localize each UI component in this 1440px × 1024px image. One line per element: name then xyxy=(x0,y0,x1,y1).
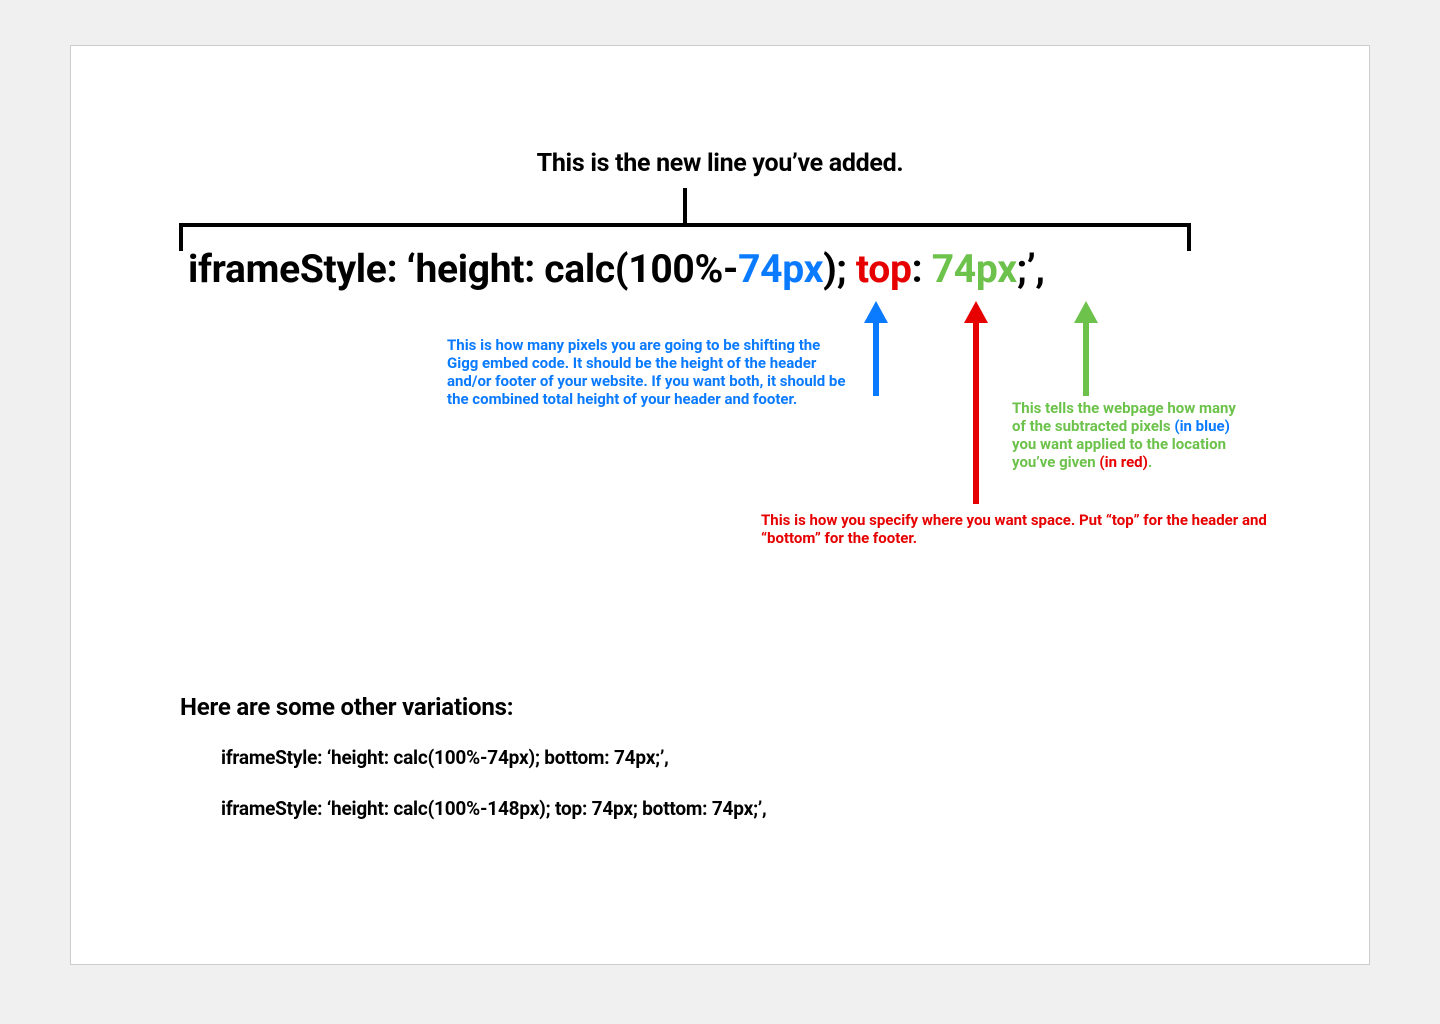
note-blue: This is how many pixels you are going to… xyxy=(447,336,847,408)
bracket-stem xyxy=(683,188,687,227)
note-green-inred: (in red) xyxy=(1099,453,1148,471)
bracket-left-tick xyxy=(179,223,183,251)
code-seg-3: : xyxy=(912,246,932,292)
arrow-green-icon xyxy=(1074,301,1098,396)
note-green: This tells the webpage how many of the s… xyxy=(1012,399,1252,471)
code-seg-4: ;’, xyxy=(1017,246,1045,292)
document-page: This is the new line you’ve added. ifram… xyxy=(70,45,1370,965)
note-red: This is how you specify where you want s… xyxy=(761,511,1271,547)
variations-heading: Here are some other variations: xyxy=(180,693,513,721)
code-line: iframeStyle: ‘height: calc(100%-74px); t… xyxy=(188,246,1045,292)
variation-2: iframeStyle: ‘height: calc(100%-148px); … xyxy=(221,797,767,820)
variation-1: iframeStyle: ‘height: calc(100%-74px); b… xyxy=(221,746,669,769)
bracket-right-tick xyxy=(1187,223,1191,251)
arrow-blue-icon xyxy=(864,301,888,396)
code-seg-red: top xyxy=(856,246,912,292)
code-seg-green: 74px xyxy=(932,246,1017,292)
title-text: This is the new line you’ve added. xyxy=(71,149,1369,178)
note-green-part3: . xyxy=(1148,453,1152,471)
code-seg-1: iframeStyle: ‘height: calc(100%- xyxy=(188,246,738,292)
note-green-inblue: (in blue) xyxy=(1174,417,1230,435)
arrow-red-icon xyxy=(964,301,988,504)
bracket-horizontal xyxy=(179,223,1191,227)
code-seg-2: ); xyxy=(823,246,856,292)
code-seg-blue: 74px xyxy=(738,246,823,292)
